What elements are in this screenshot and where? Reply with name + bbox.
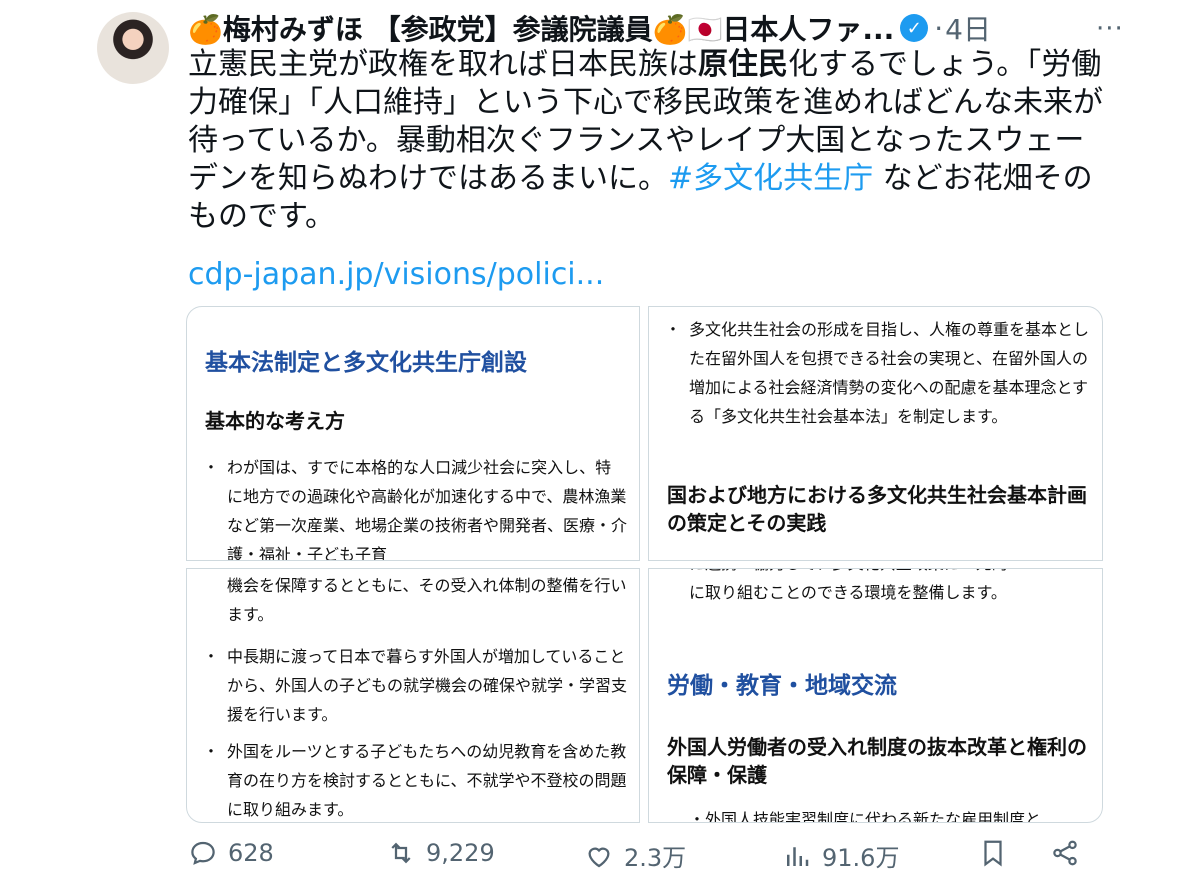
card-bullet: 多文化共生社会の形成を目指し、人権の尊重を基本とした在留外国人を包摂できる社会の… bbox=[665, 315, 1089, 431]
analytics-icon bbox=[787, 846, 809, 866]
bookmark-button[interactable] bbox=[978, 838, 1018, 868]
author-avatar[interactable] bbox=[97, 12, 169, 84]
card-text: に取り組むことのできる環境を整備します。 bbox=[689, 583, 1007, 602]
tweet-time[interactable]: 4日 bbox=[945, 8, 991, 48]
tweet-text: 立憲民主党が政権を取れば日本民族は原住民化するでしょう。「労働力確保」「人口維持… bbox=[188, 46, 1108, 236]
heart-icon bbox=[588, 847, 610, 867]
card-text: ・外国人技能実習制度に代わる新たな雇用制度と bbox=[689, 810, 1042, 823]
card-subheading: 国および地方における多文化共生社会基本計画の策定とその実践 bbox=[667, 483, 1087, 535]
card-text: に連携・協力して、多文化共生政策に一元的 bbox=[667, 569, 1102, 578]
tweet-actions: 628 9,229 2.3万 91.6万 bbox=[188, 838, 1088, 878]
card-bullet: わが国は、すでに本格的な人口減少社会に突入し、特に地方での過疎化や高齢化が加速化… bbox=[203, 453, 627, 560]
card-subheading: 外国人労働者の受入れ制度の抜本改革と権利の保障・保護 bbox=[667, 735, 1087, 787]
hashtag-link[interactable]: #多文化共生庁 bbox=[668, 161, 873, 196]
retweet-count: 9,229 bbox=[426, 839, 495, 867]
card-heading: 労働・教育・地域交流 bbox=[667, 673, 897, 699]
media-image-4[interactable]: に連携・協力して、多文化共生政策に一元的 に取り組むことのできる環境を整備します… bbox=[648, 568, 1103, 823]
tweet-separator: · bbox=[934, 11, 944, 45]
card-text: 機会を保障するとともに、その受入れ体制の整備を行います。 bbox=[227, 576, 627, 624]
share-icon bbox=[1053, 840, 1077, 866]
views-button[interactable]: 91.6万 bbox=[782, 838, 899, 873]
card-heading: 基本法制定と多文化共生庁創設 bbox=[205, 350, 527, 376]
external-link[interactable]: cdp-japan.jp/visions/polici... bbox=[188, 256, 604, 294]
reply-button[interactable]: 628 bbox=[188, 838, 274, 868]
media-image-1[interactable]: 基本法制定と多文化共生庁創設 基本的な考え方 わが国は、すでに本格的な人口減少社… bbox=[186, 306, 640, 561]
author-name[interactable]: 🍊梅村みずほ 【参政党】参議院議員🍊🇯🇵日本人ファ... bbox=[188, 8, 894, 48]
tweet-header: 🍊梅村みずほ 【参政党】参議院議員🍊🇯🇵日本人ファ... ✓ · 4日 bbox=[188, 8, 1088, 48]
card-bullet: 中長期に渡って日本で暮らす外国人が増加していることから、外国人の子どもの就学機会… bbox=[203, 642, 627, 729]
retweet-button[interactable]: 9,229 bbox=[386, 838, 495, 868]
tweet-text-part: 立憲民主党が政権を取れば日本民族は bbox=[188, 47, 698, 82]
media-image-2[interactable]: 多文化共生社会の形成を目指し、人権の尊重を基本とした在留外国人を包摂できる社会の… bbox=[648, 306, 1103, 561]
share-button[interactable] bbox=[1050, 838, 1090, 868]
bookmark-icon bbox=[984, 840, 1002, 867]
media-image-3[interactable]: 機会を保障するとともに、その受入れ体制の整備を行います。 中長期に渡って日本で暮… bbox=[186, 568, 640, 823]
reply-icon bbox=[191, 841, 215, 865]
tweet-text-bold: 原住民 bbox=[698, 47, 788, 82]
like-count: 2.3万 bbox=[624, 844, 687, 872]
views-count: 91.6万 bbox=[822, 844, 900, 872]
verified-badge-icon: ✓ bbox=[900, 14, 929, 42]
more-options-icon[interactable]: ··· bbox=[1096, 14, 1124, 44]
reply-count: 628 bbox=[228, 839, 274, 867]
retweet-icon bbox=[391, 842, 411, 864]
card-subheading: 基本的な考え方 bbox=[205, 409, 345, 433]
card-bullet: 外国をルーツとする子どもたちへの幼児教育を含めた教育の在り方を検討するとともに、… bbox=[203, 737, 627, 822]
like-button[interactable]: 2.3万 bbox=[584, 838, 686, 873]
